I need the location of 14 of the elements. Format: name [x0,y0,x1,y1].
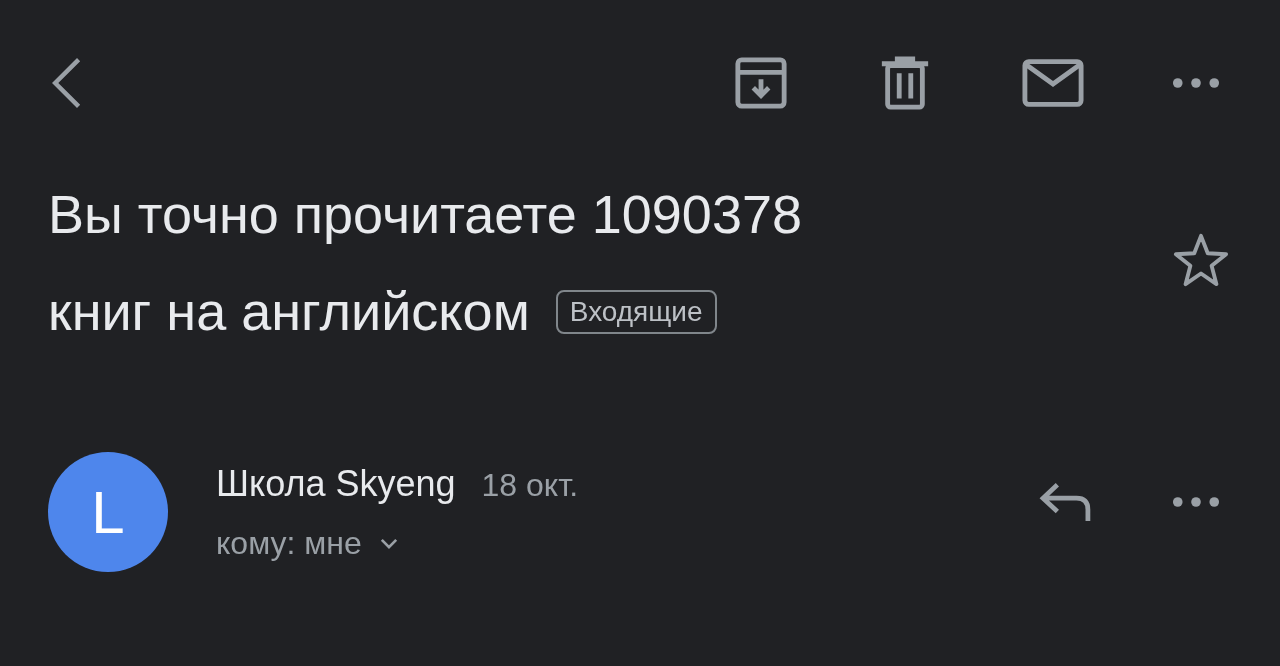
reply-icon[interactable] [1038,481,1092,523]
more-icon[interactable] [1172,77,1220,89]
more-icon[interactable] [1172,496,1220,508]
inbox-label: Входящие [555,289,717,334]
subject-line: книг на английском [48,280,530,343]
avatar: L [48,452,168,572]
subject-line: Вы точно прочитаете 1090378 [48,183,802,246]
message-date: 18 окт. [481,466,579,504]
sender-name: Школа Skyeng [216,462,456,505]
archive-icon[interactable] [734,56,788,110]
chevron-down-icon[interactable] [379,537,398,549]
mail-icon[interactable] [1022,58,1084,108]
recipient-text[interactable]: кому: мне [216,524,362,562]
star-icon[interactable] [1172,232,1230,288]
